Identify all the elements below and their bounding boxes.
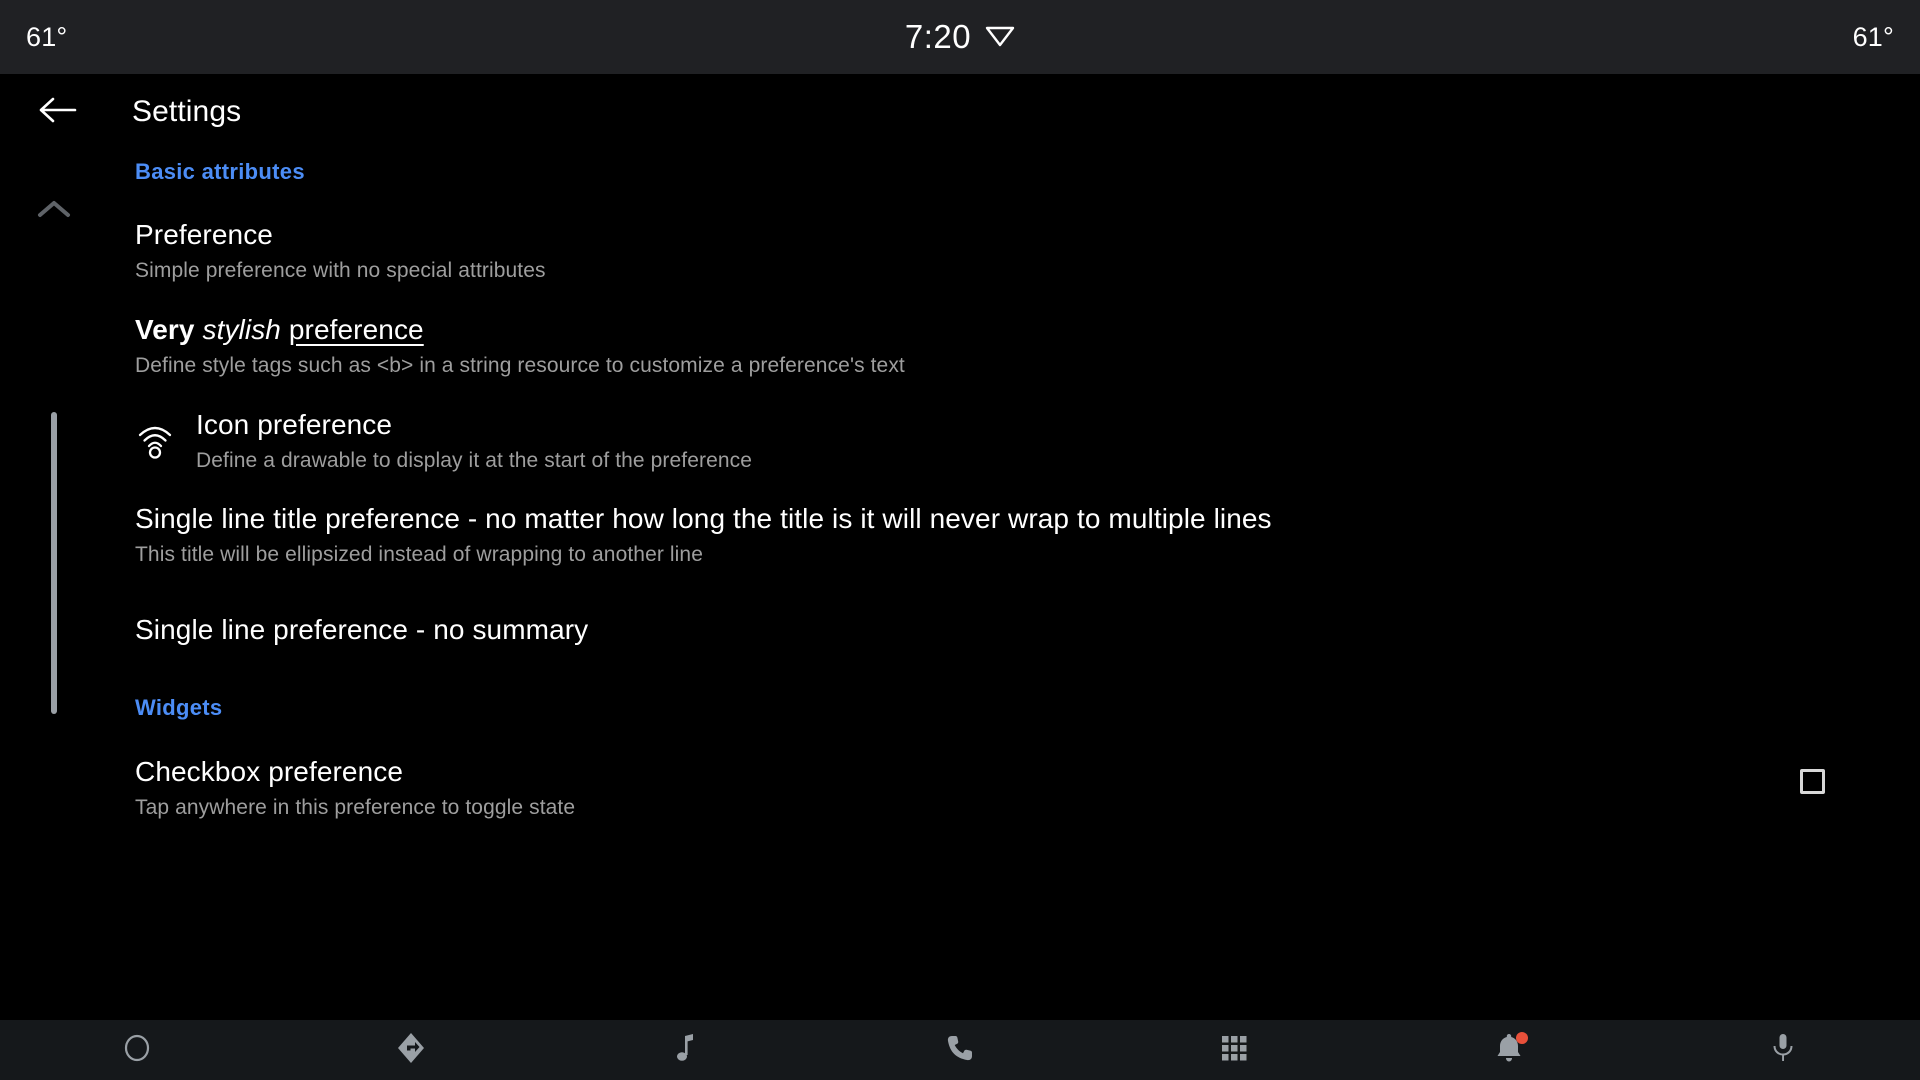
preference-title: Single line title preference - no matter… [135, 503, 1272, 534]
preference-title-styled: Very stylish preference [135, 313, 1860, 346]
preference-title: Preference [135, 219, 273, 250]
preference-title: Checkbox preference [135, 756, 404, 787]
preference-summary: Define a drawable to display it at the s… [196, 449, 753, 473]
nav-item-music[interactable] [549, 1020, 823, 1080]
preference-row-checkbox[interactable]: Checkbox preference Tap anywhere in this… [0, 755, 1920, 821]
category-collapse-button[interactable] [36, 198, 72, 220]
styled-italic-word: stylish [202, 314, 281, 345]
category-basic-attributes: Basic attributes [0, 159, 1920, 185]
styled-underline-word: preference [288, 314, 424, 345]
page-title: Settings [132, 95, 242, 128]
preference-row-stylish[interactable]: Very stylish preference Define style tag… [0, 313, 1920, 379]
preference-summary: This title will be ellipsized instead of… [135, 543, 703, 567]
preference-row-single-line-title[interactable]: Single line title preference - no matter… [0, 502, 1920, 568]
preference-row-preference[interactable]: Preference Simple preference with no spe… [0, 218, 1920, 284]
category-title-basic-attributes: Basic attributes [135, 159, 305, 184]
nav-item-microphone[interactable] [1646, 1020, 1920, 1080]
status-temp-right: 61° [1852, 21, 1894, 52]
category-title-widgets: Widgets [135, 695, 223, 720]
nav-item-home[interactable] [0, 1020, 274, 1080]
music-note-icon [672, 1032, 700, 1069]
preference-summary: Simple preference with no special attrib… [135, 259, 546, 283]
preference-summary: Define style tags such as <b> in a strin… [135, 354, 905, 378]
preference-row-icon[interactable]: Icon preference Define a drawable to dis… [0, 408, 1920, 474]
nav-item-apps[interactable] [1097, 1020, 1371, 1080]
settings-list[interactable]: Basic attributes Preference Simple prefe… [0, 150, 1920, 1020]
app-bar: Settings [0, 74, 1920, 150]
device-screen: 61° 61° 7:20 Settings Basic attributes P… [0, 0, 1920, 1080]
wifi-tethering-icon [133, 418, 177, 462]
home-circle-icon [122, 1033, 152, 1068]
back-button[interactable] [34, 89, 80, 135]
phone-icon [945, 1033, 975, 1068]
nav-item-phone[interactable] [823, 1020, 1097, 1080]
preference-row-no-summary[interactable]: Single line preference - no summary [0, 613, 1920, 646]
checkbox-preference-widget[interactable] [1800, 769, 1825, 794]
status-temp-left: 61° [26, 21, 68, 52]
status-bar: 61° 61° [0, 0, 1920, 74]
bottom-navigation-bar [0, 1020, 1920, 1080]
nav-item-navigation[interactable] [274, 1020, 548, 1080]
apps-grid-icon [1219, 1033, 1249, 1068]
category-widgets: Widgets [0, 695, 1920, 721]
microphone-icon [1769, 1032, 1797, 1069]
preference-summary: Tap anywhere in this preference to toggl… [135, 796, 576, 820]
navigation-arrow-icon [394, 1031, 428, 1070]
preference-title: Single line preference - no summary [135, 614, 589, 645]
arrow-back-icon [37, 94, 77, 131]
notification-badge-dot [1515, 1032, 1528, 1044]
preference-title: Icon preference [196, 409, 393, 440]
nav-item-notifications[interactable] [1371, 1020, 1645, 1080]
styled-bold-word: Very [135, 314, 195, 345]
